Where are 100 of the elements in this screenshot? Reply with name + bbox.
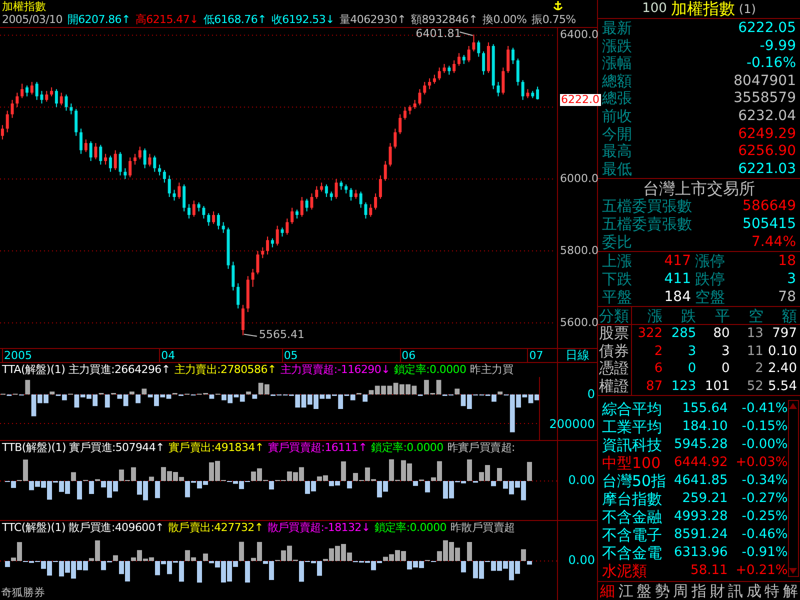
panel-tab[interactable]: 江 xyxy=(618,582,634,600)
indicator-value: TTA(解盤)(1) 主力買進:2664296↑ xyxy=(2,363,170,377)
candlestick xyxy=(10,99,14,118)
candlestick xyxy=(477,40,480,58)
index-change: +0.03% xyxy=(734,454,788,472)
table-cell-text: 52 xyxy=(746,378,764,396)
index-name: 水泥類 xyxy=(602,562,648,580)
index-change: -0.46% xyxy=(740,526,788,544)
candlestick xyxy=(70,103,73,115)
table-cell-text: 5.54 xyxy=(767,378,798,396)
indicator-value: TTB(解盤)(1) 實戶買進:507944↑ xyxy=(2,441,164,455)
order-value: 586649 xyxy=(742,197,796,216)
candlestick xyxy=(394,128,397,149)
breadth-value: 78 xyxy=(777,288,796,306)
panel-tab[interactable]: 盤 xyxy=(636,582,652,600)
panel-tab[interactable]: 指 xyxy=(691,582,706,600)
index-value: 6313.96 xyxy=(674,544,728,562)
candlestick xyxy=(350,188,352,202)
candlestick xyxy=(506,45,510,74)
candlestick xyxy=(94,142,98,160)
index-value: 6444.92 xyxy=(674,454,728,472)
candlestick xyxy=(290,207,294,224)
table-cell-text: 87 xyxy=(645,378,664,396)
quote-value: 6232.04 xyxy=(738,108,796,126)
candlestick xyxy=(207,212,210,226)
quote-value: -0.16% xyxy=(746,55,796,73)
index-change: -0.41% xyxy=(740,400,788,418)
panel-tab[interactable]: 周 xyxy=(673,582,688,600)
panel-tab[interactable]: 成 xyxy=(746,582,762,600)
table-cell-text: 80 xyxy=(712,325,731,343)
price-annotation: 5565.41 xyxy=(259,329,304,340)
breadth-value: 411 xyxy=(663,270,691,288)
quote-label: 前收 xyxy=(602,108,632,126)
table-header: 分類 xyxy=(598,307,632,326)
quote-label: 總額 xyxy=(602,72,632,90)
candlestick xyxy=(222,222,225,234)
panel-tab[interactable]: 特 xyxy=(764,582,780,600)
quote-value: 8047901 xyxy=(734,72,796,90)
period-tab[interactable]: 日線 xyxy=(558,349,597,362)
index-value: 58.11 xyxy=(690,562,728,580)
candlestick xyxy=(310,192,314,210)
order-value: 7.44% xyxy=(752,233,796,252)
panel-tab[interactable]: 解 xyxy=(782,582,798,600)
table-header: 漲 xyxy=(632,307,666,326)
quote-label: 今開 xyxy=(602,126,632,143)
table-cell-text: 0 xyxy=(720,360,731,378)
candlestick xyxy=(134,153,136,166)
candlestick xyxy=(384,160,387,182)
table-row-label: 債券 xyxy=(598,342,632,360)
breadth-label: 下跌 xyxy=(602,270,633,288)
candlestick xyxy=(188,204,190,220)
candlestick xyxy=(148,153,152,167)
indicator-value: 實戶賣出:491834↑ xyxy=(168,441,264,455)
candlestick xyxy=(64,94,68,112)
table-row-label: 權證 xyxy=(598,378,632,396)
breadth-label: 上漲 xyxy=(602,252,633,270)
indicator-value: 昨主力買 xyxy=(470,363,514,377)
candlestick xyxy=(496,81,500,97)
indicator-value: 散戶賣出:427732↑ xyxy=(168,521,264,535)
index-change: -0.27% xyxy=(740,490,788,508)
exchange-title: 台灣上市交易所 xyxy=(598,178,800,198)
quote-value: 6222.05 xyxy=(738,20,796,38)
quote-value: 6256.90 xyxy=(738,143,796,161)
index-name: 摩台指數 xyxy=(602,490,663,508)
table-header: 空 xyxy=(732,307,766,326)
candlestick xyxy=(266,236,270,256)
panel-tab[interactable]: 細 xyxy=(600,582,615,600)
candlestick xyxy=(80,128,82,154)
candlestick xyxy=(418,88,422,106)
indicator-value: 昨散戶買賣超 xyxy=(450,521,515,535)
panel-tab[interactable]: 財 xyxy=(710,582,725,600)
quote-value: 3558579 xyxy=(734,90,796,108)
candlestick xyxy=(128,156,132,178)
date-axis-label: 2005 xyxy=(2,349,32,362)
quote-label: 最新 xyxy=(602,20,632,38)
order-label: 委比 xyxy=(602,233,632,252)
table-header: 平 xyxy=(699,307,733,326)
indicator-value: 散戶買賣超:-18132↓ xyxy=(267,521,370,535)
candlestick xyxy=(388,142,392,167)
table-cell-text: 322 xyxy=(636,325,664,343)
quote-stat: 開6207.86↑ xyxy=(67,13,130,27)
candlestick xyxy=(172,189,176,202)
candlestick xyxy=(374,192,378,210)
table-cell-text: 797 xyxy=(771,325,798,343)
candlestick xyxy=(536,86,540,100)
candlestick xyxy=(236,282,240,309)
index-name: 台灣50指 xyxy=(602,472,668,490)
candlestick xyxy=(286,218,289,236)
table-cell-text: 101 xyxy=(704,378,731,396)
panel-tab[interactable]: 勢 xyxy=(654,582,670,600)
quote-label: 漲跌 xyxy=(602,38,632,56)
index-name: 綜合平均 xyxy=(602,400,663,418)
candlestick xyxy=(74,108,78,136)
candlestick xyxy=(467,45,470,63)
candlestick xyxy=(502,67,505,96)
candlestick xyxy=(334,178,338,200)
candlestick xyxy=(99,144,102,166)
panel-tab[interactable]: 訊 xyxy=(728,582,744,600)
quote-stat: 額8932846↑ xyxy=(410,13,478,27)
table-cell-text: 11 xyxy=(746,342,764,360)
